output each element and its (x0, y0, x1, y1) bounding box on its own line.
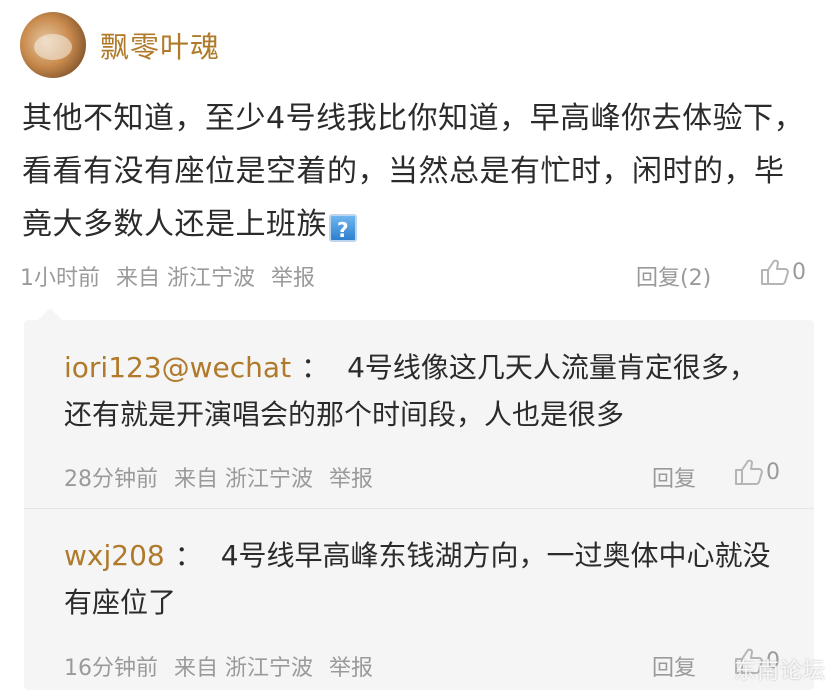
post-meta: 1小时前 来自 浙江宁波 举报 (20, 260, 331, 292)
like-count: 0 (792, 259, 806, 285)
post-header: 飘零叶魂 (20, 12, 220, 78)
post-username[interactable]: 飘零叶魂 (100, 24, 220, 66)
comment-1-meta: 28分钟前 来自 浙江宁波 举报 (64, 461, 389, 493)
comment-2-user[interactable]: wxj208 (64, 539, 165, 572)
thumbs-up-icon (735, 459, 763, 485)
reply-button[interactable]: 回复(2) (636, 260, 711, 292)
comment-1-reply-button[interactable]: 回复 (652, 461, 696, 493)
thumbs-up-icon (761, 259, 789, 285)
comment-1-sep: ： (301, 351, 330, 384)
comment-1-like-button[interactable]: 0 (734, 458, 780, 486)
comment-2-report[interactable]: 举报 (329, 656, 373, 681)
post-source: 来自 浙江宁波 (116, 266, 255, 291)
comment-2: wxj208 ： 4号线早高峰东钱湖方向，一过奥体中心就没有座位了 (64, 532, 784, 626)
post-body: 其他不知道，至少4号线我比你知道，早高峰你去体验下，看看有没有座位是空着的，当然… (22, 92, 812, 251)
question-emoji-icon: ? (329, 214, 357, 242)
comment-1-like-count: 0 (766, 459, 780, 485)
comment-2-source: 来自 浙江宁波 (174, 656, 313, 681)
avatar[interactable] (20, 12, 86, 78)
comment-1-report[interactable]: 举报 (329, 467, 373, 492)
like-button[interactable]: 0 (760, 258, 806, 286)
comment-2-reply-button[interactable]: 回复 (652, 650, 696, 682)
comment-1-source: 来自 浙江宁波 (174, 467, 313, 492)
comment-2-time: 16分钟前 (64, 656, 158, 681)
comment-2-meta: 16分钟前 来自 浙江宁波 举报 (64, 650, 389, 682)
comment-1: iori123@wechat： 4号线像这几天人流量肯定很多，还有就是开演唱会的那… (64, 344, 784, 438)
watermark: 东南论坛 (733, 659, 826, 684)
comments-caret (38, 308, 62, 320)
comment-2-sep: ： (174, 539, 203, 572)
comment-divider (24, 508, 814, 509)
comment-1-time: 28分钟前 (64, 467, 158, 492)
post-time: 1小时前 (20, 266, 100, 291)
report-link[interactable]: 举报 (271, 266, 315, 291)
comment-1-user[interactable]: iori123@wechat (64, 351, 291, 384)
post-text: 其他不知道，至少4号线我比你知道，早高峰你去体验下，看看有没有座位是空着的，当然… (22, 101, 805, 242)
comment-2-text: 4号线早高峰东钱湖方向，一过奥体中心就没有座位了 (64, 539, 771, 619)
